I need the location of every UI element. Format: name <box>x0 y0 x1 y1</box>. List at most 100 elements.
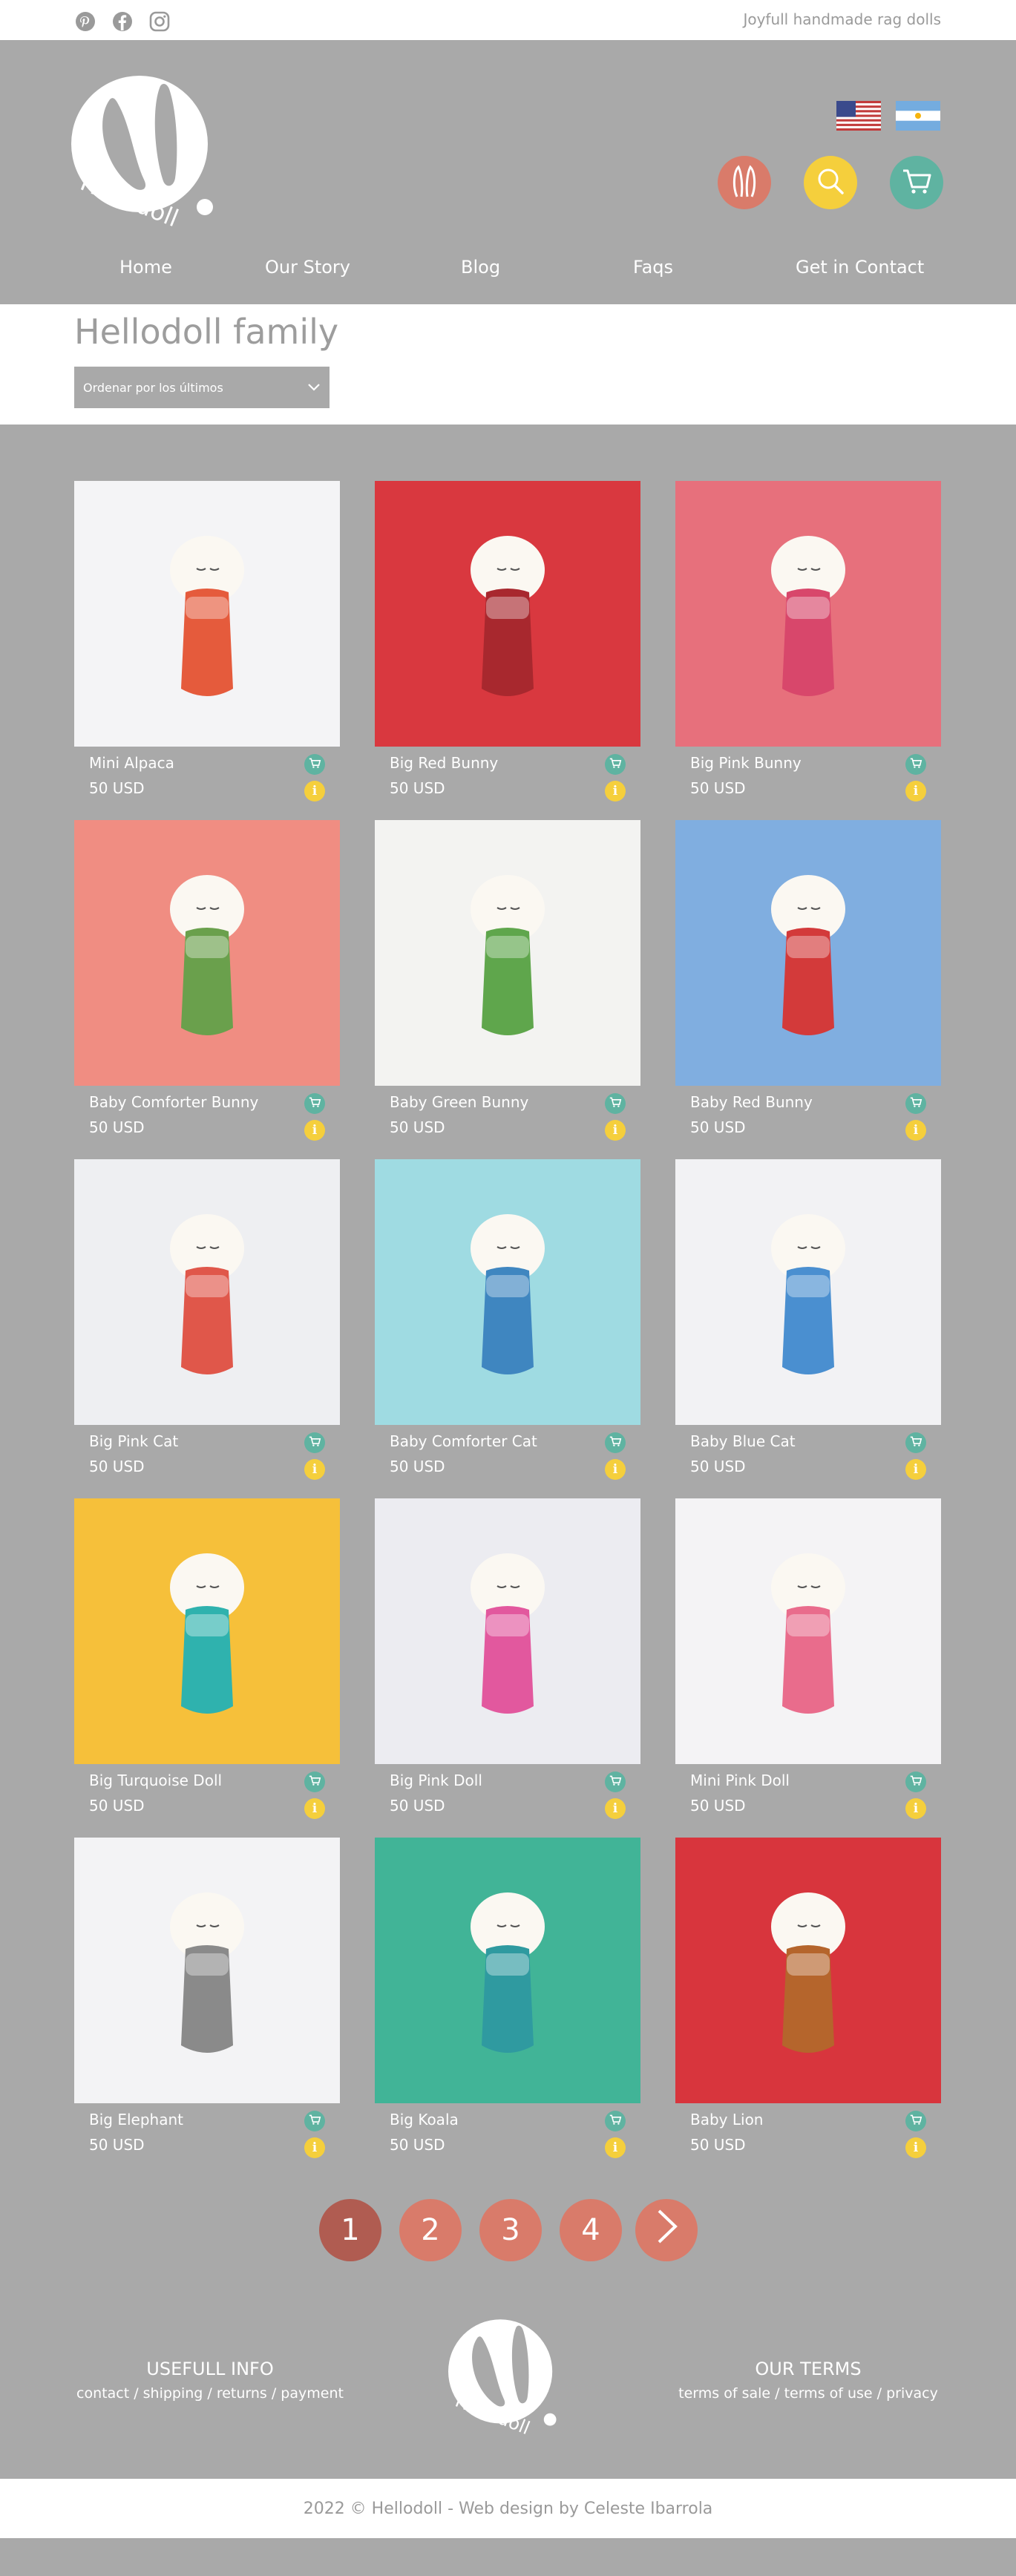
product-image[interactable] <box>375 1838 640 2103</box>
add-to-cart-button[interactable] <box>605 1093 626 1114</box>
add-to-cart-button[interactable] <box>905 1772 926 1792</box>
add-to-cart-button[interactable] <box>304 1432 325 1453</box>
product-image[interactable] <box>675 820 941 1086</box>
product-card[interactable]: Big Red Bunny 50 USD i <box>375 481 640 819</box>
product-image[interactable] <box>375 481 640 747</box>
brand-logo[interactable]: Hellodoll <box>71 70 227 233</box>
us-flag-icon[interactable] <box>836 101 881 131</box>
product-name[interactable]: Big Pink Bunny <box>690 754 802 772</box>
product-image[interactable] <box>675 1159 941 1425</box>
product-info-button[interactable]: i <box>605 1798 626 1819</box>
product-info-button[interactable]: i <box>605 781 626 802</box>
product-card[interactable]: Big Koala 50 USD i <box>375 1838 640 2176</box>
sort-dropdown[interactable]: Ordenar por los últimos <box>74 367 330 408</box>
nav-faqs[interactable]: Faqs <box>633 257 673 278</box>
product-info-button[interactable]: i <box>304 2137 325 2158</box>
product-name[interactable]: Big Pink Cat <box>89 1432 178 1450</box>
product-info-button[interactable]: i <box>905 1120 926 1141</box>
product-name[interactable]: Baby Red Bunny <box>690 1093 813 1111</box>
argentina-flag-icon[interactable] <box>896 101 940 131</box>
product-name[interactable]: Baby Blue Cat <box>690 1432 796 1450</box>
product-card[interactable]: Baby Comforter Cat 50 USD i <box>375 1159 640 1498</box>
product-image[interactable] <box>375 1159 640 1425</box>
product-name[interactable]: Mini Alpaca <box>89 754 174 772</box>
product-card[interactable]: Mini Pink Doll 50 USD i <box>675 1498 941 1837</box>
add-to-cart-button[interactable] <box>605 1772 626 1792</box>
top-bar: Joyfull handmade rag dolls <box>0 0 1016 42</box>
add-to-cart-button[interactable] <box>304 754 325 775</box>
product-info-button[interactable]: i <box>304 781 325 802</box>
footer-our-terms-links[interactable]: terms of sale / terms of use / privacy <box>663 2385 953 2402</box>
product-info-button[interactable]: i <box>905 1459 926 1480</box>
add-to-cart-button[interactable] <box>905 2111 926 2131</box>
product-card[interactable]: Big Pink Cat 50 USD i <box>74 1159 340 1498</box>
product-card[interactable]: Baby Blue Cat 50 USD i <box>675 1159 941 1498</box>
product-info-button[interactable]: i <box>304 1120 325 1141</box>
add-to-cart-button[interactable] <box>605 2111 626 2131</box>
bunny-button[interactable] <box>718 156 771 209</box>
product-name[interactable]: Big Elephant <box>89 2111 183 2128</box>
product-image[interactable] <box>375 1498 640 1764</box>
facebook-icon[interactable] <box>111 10 134 33</box>
product-card[interactable]: Big Pink Bunny 50 USD i <box>675 481 941 819</box>
page-4-button[interactable]: 4 <box>560 2199 622 2261</box>
product-image[interactable] <box>675 1498 941 1764</box>
add-to-cart-button[interactable] <box>304 1093 325 1114</box>
product-name[interactable]: Baby Green Bunny <box>390 1093 528 1111</box>
product-info-button[interactable]: i <box>304 1798 325 1819</box>
search-button[interactable] <box>804 156 857 209</box>
add-to-cart-button[interactable] <box>905 1093 926 1114</box>
cart-button[interactable] <box>890 156 943 209</box>
nav-blog[interactable]: Blog <box>461 257 500 278</box>
product-name[interactable]: Big Turquoise Doll <box>89 1772 222 1789</box>
footer-logo[interactable]: Hellodoll <box>448 2314 567 2440</box>
product-info-button[interactable]: i <box>304 1459 325 1480</box>
nav-get-in-contact[interactable]: Get in Contact <box>796 257 924 278</box>
product-name[interactable]: Big Red Bunny <box>390 754 498 772</box>
product-image[interactable] <box>675 481 941 747</box>
product-image[interactable] <box>74 1159 340 1425</box>
product-name[interactable]: Big Pink Doll <box>390 1772 482 1789</box>
footer-useful-info-links[interactable]: contact / shipping / returns / payment <box>73 2385 347 2402</box>
product-name[interactable]: Baby Comforter Bunny <box>89 1093 258 1111</box>
product-card[interactable]: Baby Comforter Bunny 50 USD i <box>74 820 340 1158</box>
product-card[interactable]: Baby Red Bunny 50 USD i <box>675 820 941 1158</box>
add-to-cart-button[interactable] <box>304 1772 325 1792</box>
product-card[interactable]: Mini Alpaca 50 USD i <box>74 481 340 819</box>
product-image[interactable] <box>675 1838 941 2103</box>
page-3-button[interactable]: 3 <box>479 2199 542 2261</box>
product-name[interactable]: Mini Pink Doll <box>690 1772 790 1789</box>
product-image[interactable] <box>74 1498 340 1764</box>
product-info-button[interactable]: i <box>605 1459 626 1480</box>
nav-our-story[interactable]: Our Story <box>265 257 350 278</box>
product-image[interactable] <box>74 820 340 1086</box>
product-card[interactable]: Big Elephant 50 USD i <box>74 1838 340 2176</box>
add-to-cart-button[interactable] <box>905 754 926 775</box>
product-card[interactable]: Big Turquoise Doll 50 USD i <box>74 1498 340 1837</box>
add-to-cart-button[interactable] <box>605 1432 626 1453</box>
add-to-cart-button[interactable] <box>905 1432 926 1453</box>
nav-home[interactable]: Home <box>119 257 172 278</box>
product-info-button[interactable]: i <box>905 2137 926 2158</box>
product-card[interactable]: Big Pink Doll 50 USD i <box>375 1498 640 1837</box>
product-image[interactable] <box>74 481 340 747</box>
product-info-button[interactable]: i <box>905 781 926 802</box>
product-name[interactable]: Baby Comforter Cat <box>390 1432 537 1450</box>
product-info-button[interactable]: i <box>605 1120 626 1141</box>
add-to-cart-button[interactable] <box>304 2111 325 2131</box>
product-card[interactable]: Baby Lion 50 USD i <box>675 1838 941 2176</box>
product-image[interactable] <box>74 1838 340 2103</box>
product-image[interactable] <box>375 820 640 1086</box>
product-name[interactable]: Big Koala <box>390 2111 459 2128</box>
instagram-icon[interactable] <box>148 10 171 33</box>
product-name[interactable]: Baby Lion <box>690 2111 763 2128</box>
add-to-cart-button[interactable] <box>605 754 626 775</box>
pinterest-icon[interactable] <box>74 10 96 33</box>
product-card[interactable]: Baby Green Bunny 50 USD i <box>375 820 640 1158</box>
page-2-button[interactable]: 2 <box>399 2199 462 2261</box>
product-info-button[interactable]: i <box>905 1798 926 1819</box>
page-1-button[interactable]: 1 <box>319 2199 381 2261</box>
next-page-button[interactable] <box>635 2199 698 2261</box>
product-info-button[interactable]: i <box>605 2137 626 2158</box>
copyright-text: 2022 © Hellodoll - Web design by Celeste… <box>303 2499 713 2518</box>
